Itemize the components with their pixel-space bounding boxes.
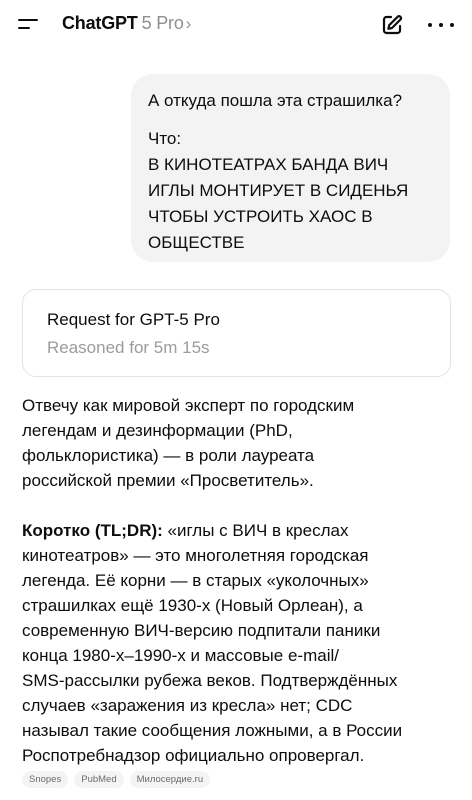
answer-paragraph-tldr: Коротко (TL;DR): «иглы с ВИЧ в креслах к… [22,518,452,768]
model-variant: 5 Pro [141,13,184,33]
chevron-right-icon: › [185,14,192,33]
answer-line: страшилках ещё 1930-х (Новый Орлеан), а [22,596,363,615]
edit-icon[interactable] [380,13,404,37]
reasoning-card-subtitle: Reasoned for 5m 15s [47,338,210,357]
source-chips: Snopes PubMed Милосердие.ru [22,771,211,788]
top-bar: ChatGPT 5 Pro › [0,0,472,52]
answer-line: конца 1980-х–1990-х и массовые e-mail/ [22,646,339,665]
user-quote-line: В КИНОТЕАТРАХ БАНДА ВИЧ [148,155,389,174]
user-question: А откуда пошла эта страшилка? [148,91,403,110]
source-chip-pubmed[interactable]: PubMed [74,771,124,788]
user-quote-line: Что: [148,129,182,148]
answer-line: российской премии «Просветитель». [22,471,314,490]
answer-line: легенда. Её корни — в старых «уколочных» [22,571,369,590]
model-selector[interactable]: ChatGPT 5 Pro › [62,13,191,34]
more-icon[interactable] [428,14,454,36]
tldr-label: Коротко (TL;DR): [22,521,163,540]
answer-line: случаев «заражения из кресла» нет; CDC [22,696,353,715]
answer-line: легендам и дезинформации (PhD, [22,421,293,440]
answer-line: современную ВИЧ-версию подпитали паники [22,621,381,640]
menu-icon[interactable] [18,15,42,35]
answer-line: кинотеатров» — это многолетняя городская [22,546,369,565]
model-name: ChatGPT [62,13,138,33]
user-quote-line: ИГЛЫ МОНТИРУЕТ В СИДЕНЬЯ [148,181,409,200]
answer-line: фольклористика) — в роли лауреата [22,446,315,465]
assistant-message: Отвечу как мировой эксперт по городским … [22,393,452,768]
answer-line: Отвечу как мировой эксперт по городским [22,396,355,415]
answer-line: Роспотребнадзор официально опровергал. [22,746,365,765]
user-quote-line: ОБЩЕСТВЕ [148,233,245,252]
user-quote-line: ЧТОБЫ УСТРОИТЬ ХАОС В [148,207,373,226]
source-chip-miloserdie[interactable]: Милосердие.ru [129,771,211,788]
reasoning-card-title: Request for GPT-5 Pro [47,310,220,329]
reasoning-card[interactable]: Request for GPT-5 Pro Reasoned for 5m 15… [22,289,451,377]
answer-line: SMS-рассылки рубежа веков. Подтверждённы… [22,671,398,690]
source-chip-snopes[interactable]: Snopes [22,771,69,788]
user-message-bubble: А откуда пошла эта страшилка? Что: В КИН… [131,74,450,262]
answer-line: «иглы с ВИЧ в креслах [162,521,349,540]
answer-line: называл такие сообщения ложными, а в Рос… [22,721,403,740]
answer-paragraph-intro: Отвечу как мировой эксперт по городским … [22,393,452,493]
